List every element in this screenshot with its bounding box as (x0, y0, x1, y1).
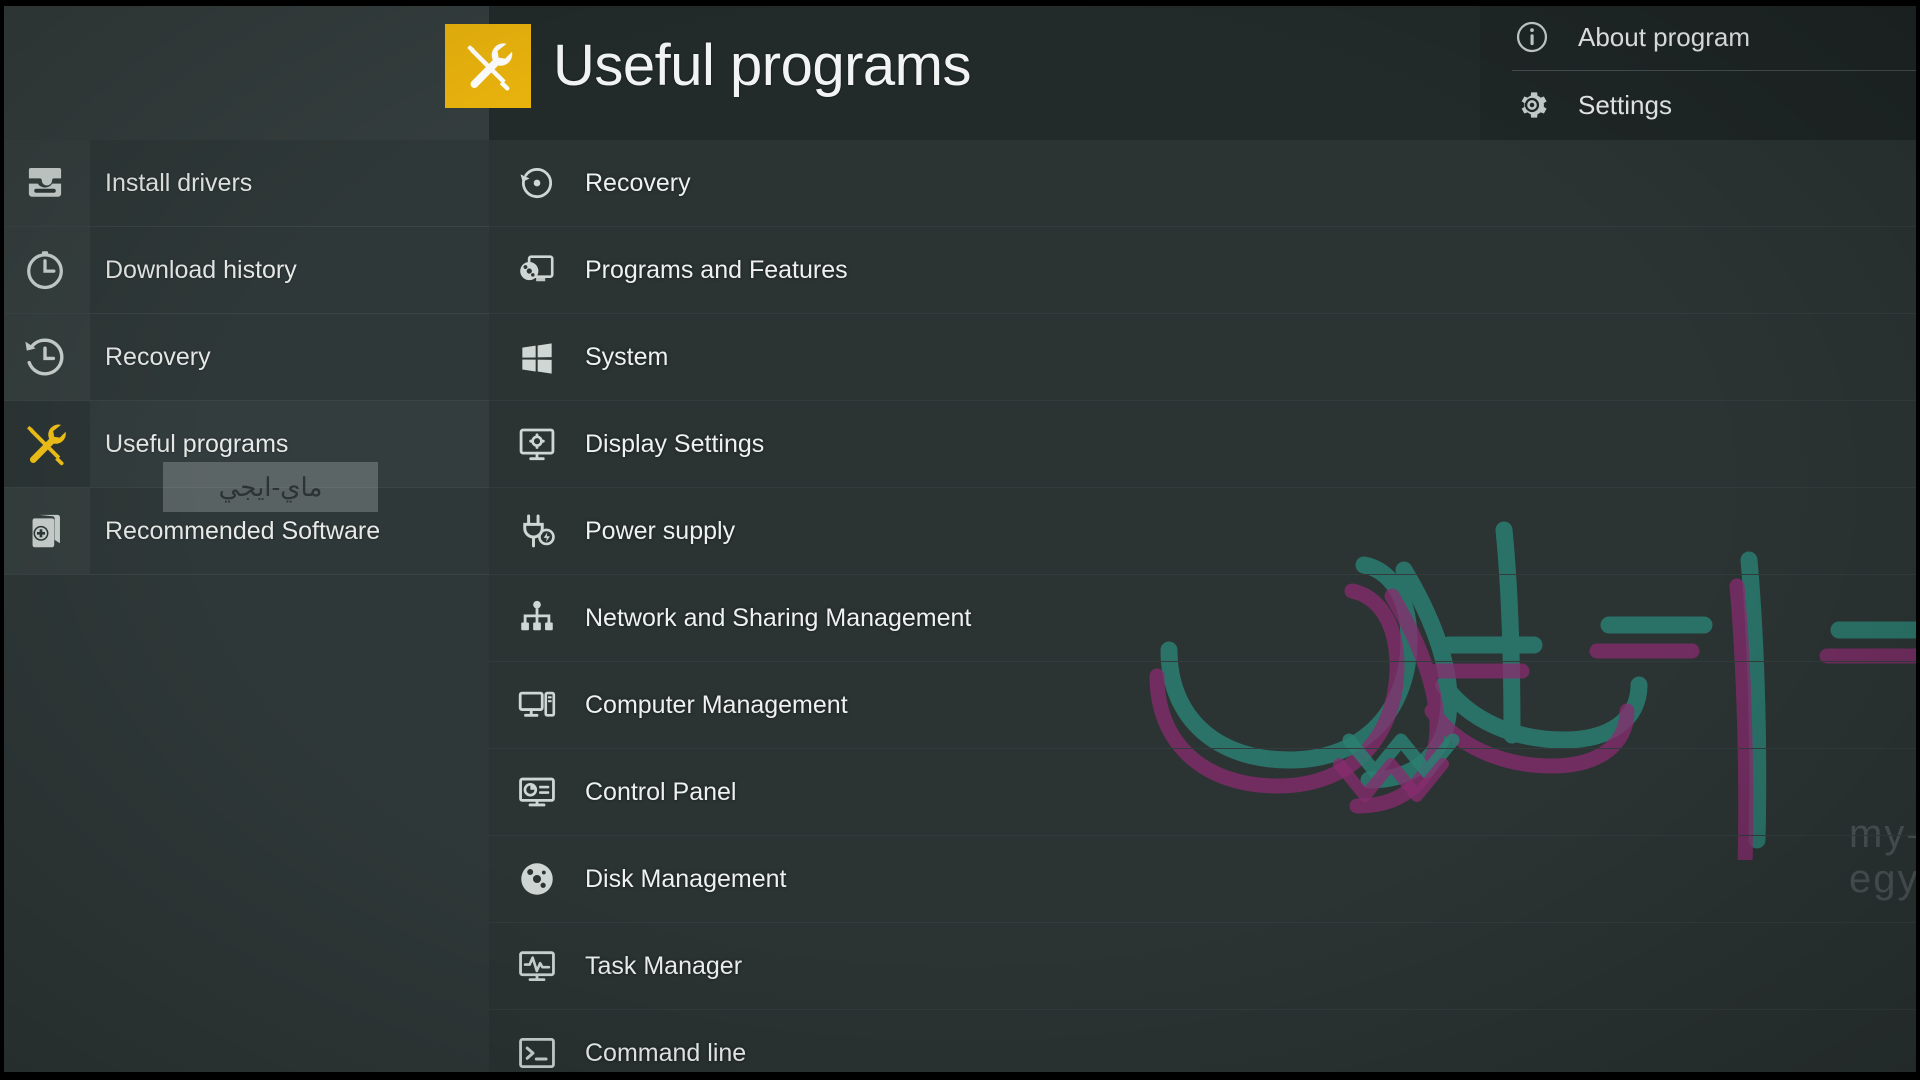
terminal-icon (489, 1032, 585, 1074)
restore-arrow-icon (489, 162, 585, 204)
list-item-computer-management[interactable]: Computer Management (489, 662, 1920, 749)
sidebar-item-install-drivers[interactable]: Install drivers (0, 140, 489, 227)
settings-menu-label: Settings (1578, 89, 1672, 120)
list-item-programs-and-features[interactable]: Programs and Features (489, 227, 1920, 314)
power-plug-icon (489, 510, 585, 552)
list-item-system[interactable]: System (489, 314, 1920, 401)
info-circle-icon (1514, 19, 1550, 55)
about-program-menu-item[interactable]: About program (1480, 6, 1920, 68)
list-label-system: System (585, 342, 669, 371)
list-item-disk-management[interactable]: Disk Management (489, 836, 1920, 923)
book-plus-icon (0, 488, 90, 574)
sidebar-navigation: Install drivers Download history Recover… (0, 140, 489, 1080)
sidebar-label-useful-programs: Useful programs (105, 429, 289, 458)
crossed-tools-icon (0, 401, 90, 487)
list-item-control-panel[interactable]: Control Panel (489, 749, 1920, 836)
list-label-display-settings: Display Settings (585, 429, 765, 458)
header-menu-divider (1512, 70, 1920, 71)
sidebar-item-recovery[interactable]: Recovery (0, 314, 489, 401)
sidebar-item-recommended-software[interactable]: Recommended Software (0, 488, 489, 575)
list-label-computer-management: Computer Management (585, 690, 848, 719)
list-item-network-and-sharing-management[interactable]: Network and Sharing Management (489, 575, 1920, 662)
history-clock-icon (0, 314, 90, 400)
list-label-task-manager: Task Manager (585, 951, 743, 980)
computer-tower-icon (489, 684, 585, 726)
sidebar-label-recovery: Recovery (105, 342, 211, 371)
monitor-gear-icon (489, 423, 585, 465)
sidebar-label-download-history: Download history (105, 255, 297, 284)
windows-logo-icon (489, 337, 585, 377)
sidebar-item-download-history[interactable]: Download history (0, 227, 489, 314)
list-item-display-settings[interactable]: Display Settings (489, 401, 1920, 488)
sidebar-label-install-drivers: Install drivers (105, 168, 253, 197)
list-label-control-panel: Control Panel (585, 777, 737, 806)
gear-icon (1514, 87, 1550, 123)
list-label-network-power: Power supply (585, 516, 736, 545)
list-item-command-line[interactable]: Command line (489, 1010, 1920, 1080)
list-label-disk-management: Disk Management (585, 864, 787, 893)
list-label-command-line: Command line (585, 1038, 747, 1067)
control-panel-icon (489, 771, 585, 813)
list-item-task-manager[interactable]: Task Manager (489, 923, 1920, 1010)
app-brand: Useful programs (445, 24, 971, 108)
disc-icon (489, 858, 585, 900)
tools-list-panel: my-egy.online Recovery (489, 140, 1920, 1080)
header-left-background (0, 6, 489, 140)
about-program-menu-label: About program (1578, 21, 1750, 52)
monitor-pulse-icon (489, 945, 585, 987)
list-label-network-and-sharing-management: Network and Sharing Management (585, 603, 972, 632)
list-item-power-supply[interactable]: Power supply (489, 488, 1920, 575)
application-window: Useful programs Settings About program I… (0, 0, 1920, 1080)
crossed-tools-icon (445, 24, 531, 108)
list-label-programs-and-features: Programs and Features (585, 255, 848, 284)
stopwatch-icon (0, 227, 90, 313)
inbox-tray-icon (0, 140, 90, 226)
disc-monitor-icon (489, 249, 585, 291)
list-label-recovery: Recovery (585, 168, 691, 197)
network-tree-icon (489, 597, 585, 639)
header-menu: Settings About program (1480, 6, 1920, 140)
app-header: Useful programs Settings About program (0, 6, 1920, 140)
sidebar-item-useful-programs[interactable]: Useful programs (0, 401, 489, 488)
list-item-recovery[interactable]: Recovery (489, 140, 1920, 227)
sidebar-label-recommended-software: Recommended Software (105, 516, 381, 545)
settings-menu-item[interactable]: Settings (1480, 74, 1920, 136)
app-title: Useful programs (553, 33, 971, 98)
